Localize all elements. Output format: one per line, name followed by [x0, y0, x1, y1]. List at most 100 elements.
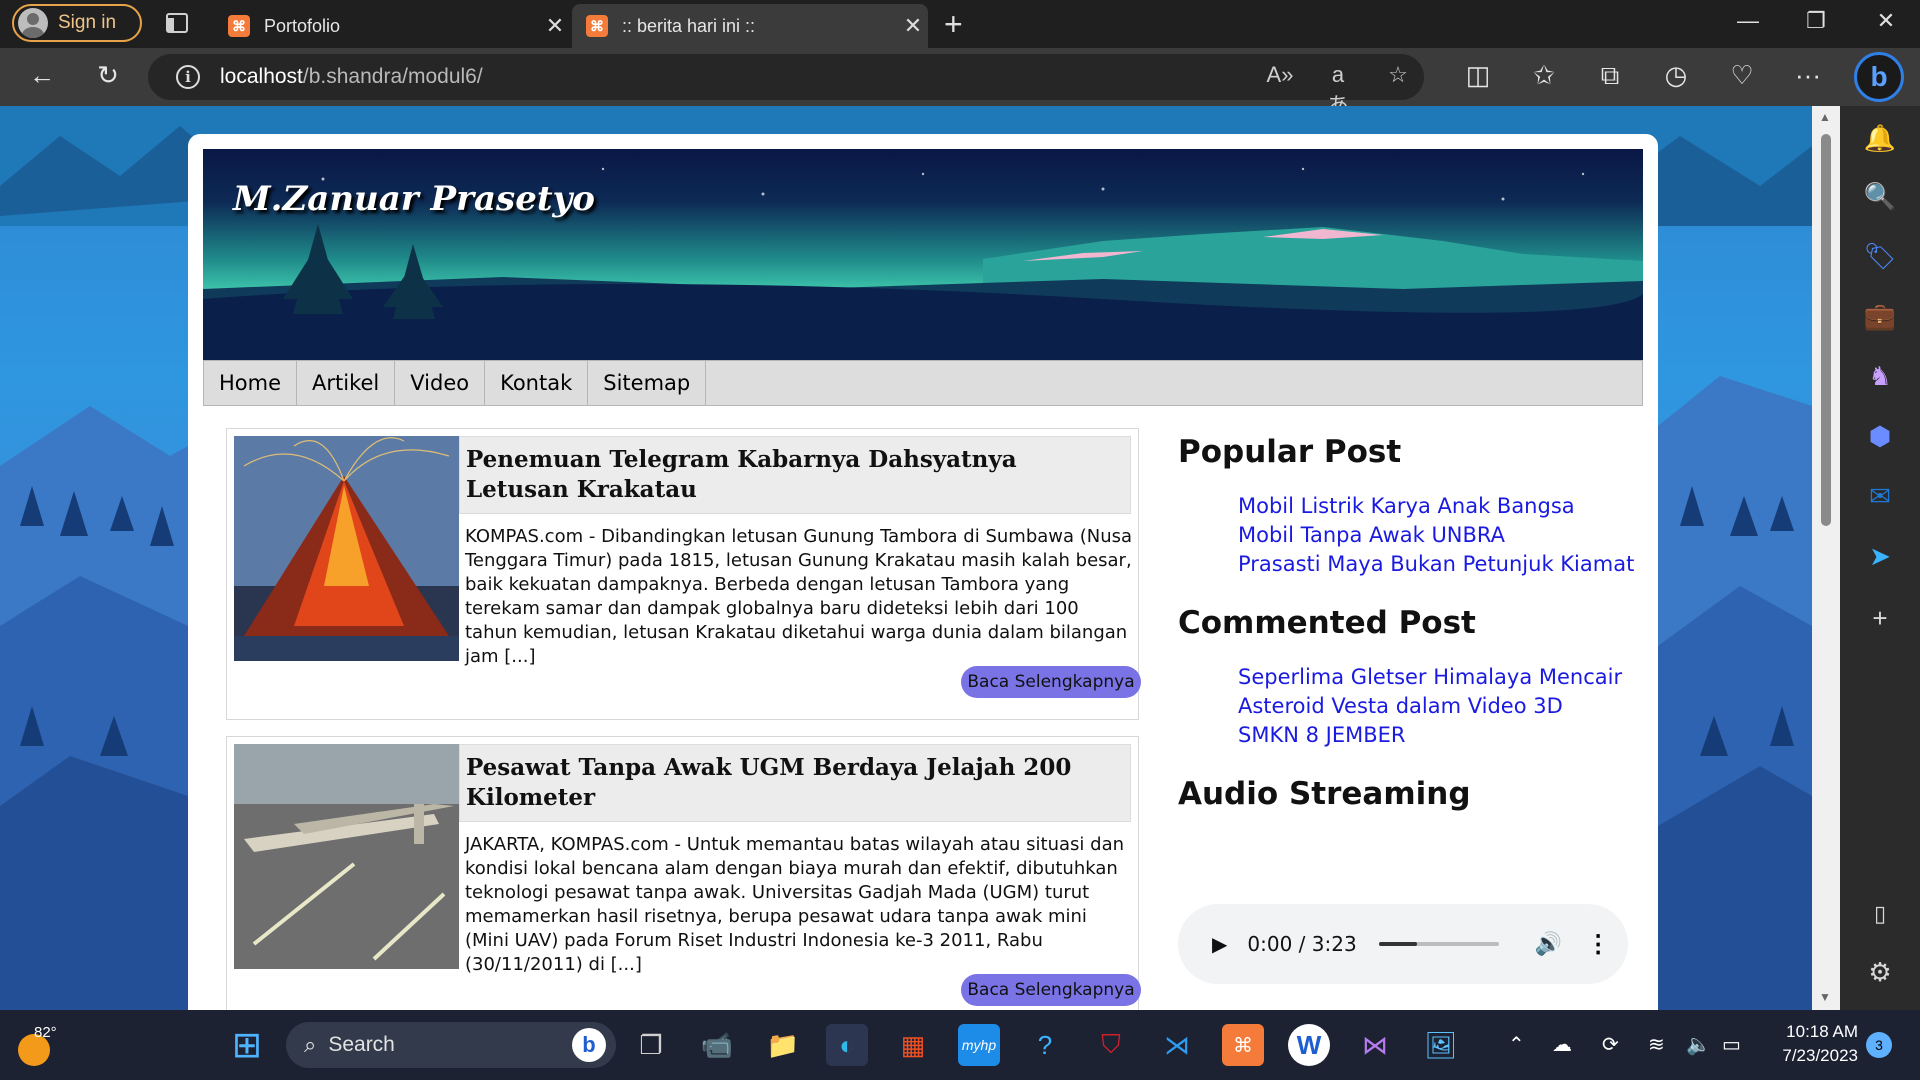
xampp-favicon-icon: ⌘	[586, 15, 608, 37]
volume-icon[interactable]: 🔊	[1535, 931, 1562, 957]
maximize-button[interactable]: ❐	[1796, 8, 1836, 34]
taskbar-search-placeholder: Search	[328, 1033, 395, 1056]
popular-post-list: Mobil Listrik Karya Anak Bangsa Mobil Ta…	[1238, 492, 1648, 579]
commented-post-link[interactable]: Asteroid Vesta dalam Video 3D	[1238, 692, 1648, 721]
post-title[interactable]: Pesawat Tanpa Awak UGM Berdaya Jelajah 2…	[459, 744, 1131, 822]
scrollbar-thumb[interactable]	[1821, 134, 1831, 526]
page-viewport: M.Zanuar Prasetyo Home Artikel Video Kon…	[0, 106, 1812, 1010]
myhp-icon[interactable]: myhp	[958, 1024, 1000, 1066]
read-aloud-icon[interactable]: A»	[1264, 62, 1296, 88]
notification-badge[interactable]: 3	[1866, 1032, 1892, 1058]
more-options-icon[interactable]: ···	[1790, 60, 1826, 91]
commented-post-list: Seperlima Gletser Himalaya Mencair Aster…	[1238, 663, 1648, 750]
play-icon[interactable]: ▶	[1212, 932, 1227, 957]
volume-icon[interactable]: 🔈	[1686, 1032, 1711, 1057]
windows-taskbar: 82° ⊞ ⌕ Search b ❐ 📹 📁 ◐ ▦ myhp ? ⛉ ⋊ ⌘ …	[0, 1010, 1920, 1080]
browser-essentials-icon[interactable]: ♡	[1724, 60, 1760, 91]
file-explorer-icon[interactable]: 📁	[762, 1024, 804, 1066]
tab-close-icon[interactable]: ✕	[898, 13, 928, 39]
xampp-icon[interactable]: ⌘	[1222, 1024, 1264, 1066]
shopping-tag-icon[interactable]: 🏷	[1862, 238, 1898, 274]
header-banner: M.Zanuar Prasetyo	[203, 149, 1643, 360]
onedrive-cloud-icon[interactable]: ☁	[1552, 1032, 1572, 1057]
post-title[interactable]: Penemuan Telegram Kabarnya Dahsyatnya Le…	[459, 436, 1131, 514]
site-info-icon[interactable]: i	[176, 65, 200, 89]
sidebar: Popular Post Mobil Listrik Karya Anak Ba…	[1178, 434, 1648, 812]
read-more-button[interactable]: Baca Selengkapnya	[961, 666, 1141, 698]
scroll-down-icon[interactable]: ▼	[1819, 990, 1831, 1004]
nav-video[interactable]: Video	[395, 361, 486, 405]
popular-post-link[interactable]: Prasasti Maya Bukan Petunjuk Kiamat	[1238, 550, 1648, 579]
task-view-icon[interactable]: ❐	[630, 1024, 672, 1066]
nav-kontak[interactable]: Kontak	[485, 361, 589, 405]
wordpress-icon[interactable]: W	[1288, 1024, 1330, 1066]
minimize-button[interactable]: —	[1728, 8, 1768, 34]
windows-start-icon[interactable]: ⊞	[226, 1024, 268, 1066]
sign-in-label: Sign in	[58, 12, 117, 33]
outlook-icon[interactable]: ✉	[1862, 478, 1898, 514]
post-thumbnail-volcano	[234, 436, 459, 661]
taskbar-search[interactable]: ⌕ Search b	[286, 1022, 616, 1068]
collections-icon[interactable]: ⧉	[1592, 60, 1628, 92]
scroll-up-icon[interactable]: ▲	[1819, 110, 1831, 124]
tab-actions-icon[interactable]	[166, 13, 188, 33]
new-tab-button[interactable]: +	[944, 6, 963, 43]
back-icon[interactable]: ←	[24, 60, 60, 91]
audio-progress-slider[interactable]	[1378, 942, 1499, 946]
show-hidden-icons[interactable]: ⌃	[1508, 1032, 1525, 1057]
bing-copilot-icon[interactable]: b	[1854, 52, 1904, 102]
vscode-icon[interactable]: ⋊	[1156, 1024, 1198, 1066]
photos-icon[interactable]: 🖼	[1420, 1024, 1462, 1066]
page-scrollbar[interactable]: ▲ ▼	[1812, 106, 1840, 1010]
refresh-icon[interactable]: ↻	[90, 60, 126, 91]
wifi-icon[interactable]: ≋	[1648, 1032, 1665, 1057]
games-icon[interactable]: ♞	[1862, 358, 1898, 394]
popular-post-link[interactable]: Mobil Listrik Karya Anak Bangsa	[1238, 492, 1648, 521]
history-icon[interactable]: ◷	[1658, 60, 1694, 91]
hide-sidebar-icon[interactable]: ▯	[1862, 896, 1898, 932]
nav-artikel[interactable]: Artikel	[297, 361, 396, 405]
sign-in-button[interactable]: Sign in	[12, 4, 142, 42]
tab-close-icon[interactable]: ✕	[540, 13, 570, 39]
settings-gear-icon[interactable]: ⚙	[1862, 954, 1898, 990]
send-icon[interactable]: ➤	[1862, 538, 1898, 574]
post-excerpt: KOMPAS.com - Dibandingkan letusan Gunung…	[465, 526, 1133, 667]
visual-studio-icon[interactable]: ⋈	[1354, 1024, 1396, 1066]
split-screen-icon[interactable]: ◫	[1460, 60, 1496, 91]
read-more-button[interactable]: Baca Selengkapnya	[961, 974, 1141, 1006]
profile-avatar-icon	[18, 8, 48, 38]
close-window-button[interactable]: ✕	[1866, 8, 1906, 34]
clock-date: 7/23/2023	[1782, 1046, 1858, 1065]
get-help-icon[interactable]: ?	[1024, 1024, 1066, 1066]
url-host: localhost	[220, 65, 303, 88]
edge-browser-icon[interactable]: ◐	[826, 1024, 868, 1066]
tab-portofolio[interactable]: ⌘ Portofolio ✕	[214, 4, 570, 48]
nav-sitemap[interactable]: Sitemap	[588, 361, 707, 405]
favorite-star-icon[interactable]: ☆	[1382, 62, 1414, 88]
favorites-icon[interactable]: ✩	[1526, 60, 1562, 91]
microsoft-365-icon[interactable]: ⬢	[1862, 418, 1898, 454]
popular-post-link[interactable]: Mobil Tanpa Awak UNBRA	[1238, 521, 1648, 550]
tab-berita-hari-ini[interactable]: ⌘ :: berita hari ini :: ✕	[572, 4, 928, 48]
address-bar[interactable]: i localhost /b.shandra/modul6/ A» aあ ☆	[148, 54, 1424, 118]
commented-post-link[interactable]: SMKN 8 JEMBER	[1238, 721, 1648, 750]
search-icon[interactable]: 🔍	[1862, 178, 1898, 214]
post-excerpt: JAKARTA, KOMPAS.com - Untuk memantau bat…	[465, 834, 1125, 975]
search-icon: ⌕	[304, 1032, 317, 1057]
teams-chat-icon[interactable]: 📹	[696, 1024, 738, 1066]
audio-more-icon[interactable]: ⋮	[1586, 930, 1610, 959]
nav-home[interactable]: Home	[204, 361, 298, 405]
sync-icon[interactable]: ⟳	[1602, 1032, 1619, 1057]
add-sidebar-app-icon[interactable]: +	[1862, 600, 1898, 636]
tools-briefcase-icon[interactable]: 💼	[1862, 298, 1898, 334]
battery-icon[interactable]: ▭	[1722, 1032, 1741, 1057]
bing-search-icon[interactable]: b	[572, 1028, 606, 1062]
website-page: M.Zanuar Prasetyo Home Artikel Video Kon…	[188, 134, 1658, 1010]
main-nav: Home Artikel Video Kontak Sitemap	[203, 360, 1643, 406]
mcafee-icon[interactable]: ⛉	[1090, 1024, 1132, 1066]
notification-bell-icon[interactable]: 🔔	[1862, 120, 1898, 156]
commented-post-link[interactable]: Seperlima Gletser Himalaya Mencair	[1238, 663, 1648, 692]
system-clock[interactable]: 10:18 AM 7/23/2023	[1764, 1020, 1858, 1068]
edge-sidebar: 🔔 🔍 🏷 💼 ♞ ⬢ ✉ ➤ + ▯ ⚙	[1840, 106, 1920, 1010]
microsoft-store-icon[interactable]: ▦	[892, 1024, 934, 1066]
